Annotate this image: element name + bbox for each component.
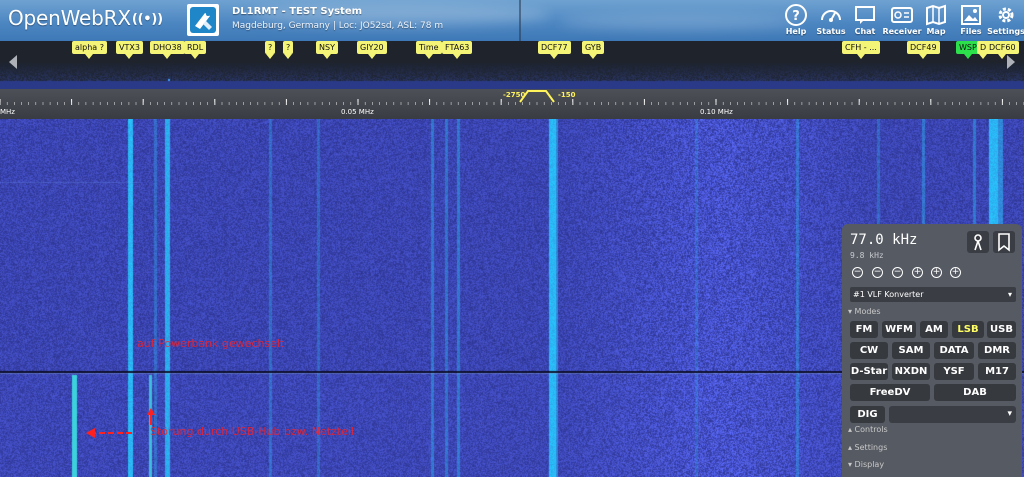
display-heading[interactable]: ▾ Display (848, 460, 884, 469)
squelch-button[interactable] (967, 231, 989, 253)
top-bar: OpenWebRX((•)) DL1RMT - TEST System Magd… (0, 0, 1024, 41)
mode-m17-button[interactable]: M17 (978, 363, 1016, 380)
map-icon (926, 4, 946, 26)
mode-dab-button[interactable]: DAB (934, 384, 1016, 401)
chat-icon (855, 6, 875, 24)
zoom-in-full-button[interactable]: + (950, 267, 961, 278)
bookmark-dho38[interactable]: DHO38 (150, 41, 185, 59)
scale-label-0-10: 0.10 MHz (700, 108, 733, 116)
mode-fm-button[interactable]: FM (850, 321, 878, 338)
radio-waves-icon: ((•)) (131, 12, 163, 27)
receiver-avatar[interactable] (187, 4, 219, 36)
bookmark-cfh[interactable]: CFH - ... (842, 41, 880, 59)
chevron-down-icon: ▾ (1007, 290, 1012, 299)
gear-icon (998, 7, 1014, 23)
bookmark-dcf49[interactable]: DCF49 (907, 41, 940, 59)
receiver-title: DL1RMT - TEST System (232, 6, 363, 17)
map-button[interactable]: Map (916, 1, 956, 41)
receiver-description: Magdeburg, Germany | Loc: JO52sd, ASL: 7… (232, 21, 444, 31)
scroll-left-button[interactable] (2, 41, 24, 83)
help-button[interactable]: ? Help (776, 1, 816, 41)
bookmark-fta63[interactable]: FTA63 (442, 41, 473, 59)
mode-am-button[interactable]: AM (920, 321, 948, 338)
bookmark-alpha[interactable]: alpha ? (72, 41, 107, 59)
modes-heading[interactable]: ▾ Modes (848, 307, 881, 316)
bookmark-gyb[interactable]: GYB (582, 41, 605, 59)
profile-select[interactable]: #1 VLF Konverter ▾ (850, 287, 1016, 302)
frequency-display[interactable]: 77.0 kHz (850, 232, 917, 248)
gauge-icon (821, 10, 841, 22)
mode-dmr-button[interactable]: DMR (978, 342, 1016, 359)
bookmark-nsy[interactable]: NSY (316, 41, 338, 59)
chevron-down-icon: ▾ (1007, 409, 1012, 419)
spectrum-preview (0, 63, 1024, 89)
profile-select-value: #1 VLF Konverter (853, 290, 924, 299)
zoom-out-button[interactable]: − (872, 267, 883, 278)
files-button[interactable]: Files (951, 1, 991, 41)
logo-text: OpenWebRX (8, 6, 131, 30)
mode-nxdn-button[interactable]: NXDN (892, 363, 930, 380)
bookmark-unknown-2[interactable]: ? (283, 41, 294, 59)
filter-low-edge: -2750 (503, 91, 526, 99)
digital-mode-select[interactable]: ▾ (889, 406, 1016, 423)
zoom-in-step-button[interactable]: + (912, 267, 923, 278)
scroll-right-button[interactable] (1000, 41, 1022, 83)
bookmark-unknown-1[interactable]: ? (265, 41, 276, 59)
filter-high-edge: -150 (558, 91, 576, 99)
settings-button[interactable]: Settings (986, 1, 1024, 41)
antenna-icon (974, 234, 982, 251)
zoom-out-full-button[interactable]: − (852, 267, 863, 278)
frequency-scale[interactable]: -2750 -150 MHz 0.05 MHz 0.10 MHz (0, 89, 1024, 119)
bookmark-vtx3[interactable]: VTX3 (116, 41, 143, 59)
bookmark-rdl[interactable]: RDL (184, 41, 207, 59)
controls-heading[interactable]: ▴ Controls (848, 425, 888, 434)
bookmark-button[interactable] (993, 231, 1015, 253)
chevron-left-icon (9, 55, 17, 69)
svg-text:?: ? (792, 9, 800, 24)
mode-dstar-button[interactable]: D-Star (850, 363, 888, 380)
bookmark-giy20[interactable]: GIY20 (357, 41, 387, 59)
annotation-usb-hub: Störung durch USB-Hub bzw. Netzteil (150, 425, 355, 438)
image-icon (961, 5, 981, 25)
receiver-icon (891, 7, 913, 23)
zoom-out-step-button[interactable]: − (892, 267, 903, 278)
mode-data-button[interactable]: DATA (934, 342, 974, 359)
mode-dig-button[interactable]: DIG (850, 406, 885, 423)
bookmark-bar: alpha ? VTX3 DHO38 RDL ? ? NSY GIY20 Tim… (0, 41, 1024, 89)
mode-usb-button[interactable]: USB (987, 321, 1016, 338)
mode-sam-button[interactable]: SAM (892, 342, 930, 359)
annotation-arrows (86, 428, 136, 438)
bookmark-icon (998, 233, 1010, 252)
scale-label-mhz: MHz (0, 108, 15, 116)
mode-lsb-button[interactable]: LSB (952, 321, 984, 338)
receiver-panel: 77.0 kHz 9.8 kHz − − − + + + #1 VLF Konv… (842, 224, 1022, 477)
openwebrx-logo[interactable]: OpenWebRX((•)) (8, 6, 163, 30)
bandwidth-display: 9.8 kHz (850, 251, 884, 260)
bookmark-dcf77[interactable]: DCF77 (538, 41, 571, 59)
mode-freedv-button[interactable]: FreeDV (850, 384, 930, 401)
bookmark-time[interactable]: Time (416, 41, 442, 59)
settings-heading[interactable]: ▴ Settings (848, 443, 887, 452)
chevron-right-icon (1007, 55, 1015, 69)
mode-wfm-button[interactable]: WFM (882, 321, 916, 338)
mode-cw-button[interactable]: CW (850, 342, 888, 359)
chat-button[interactable]: Chat (845, 1, 885, 41)
help-icon: ? (785, 4, 807, 26)
zoom-in-button[interactable]: + (931, 267, 942, 278)
mode-ysf-button[interactable]: YSF (934, 363, 974, 380)
annotation-powerbank: auf Powerbank gewechselt (137, 337, 285, 350)
annotation-up-arrow (147, 408, 155, 425)
scale-label-0-05: 0.05 MHz (341, 108, 374, 116)
